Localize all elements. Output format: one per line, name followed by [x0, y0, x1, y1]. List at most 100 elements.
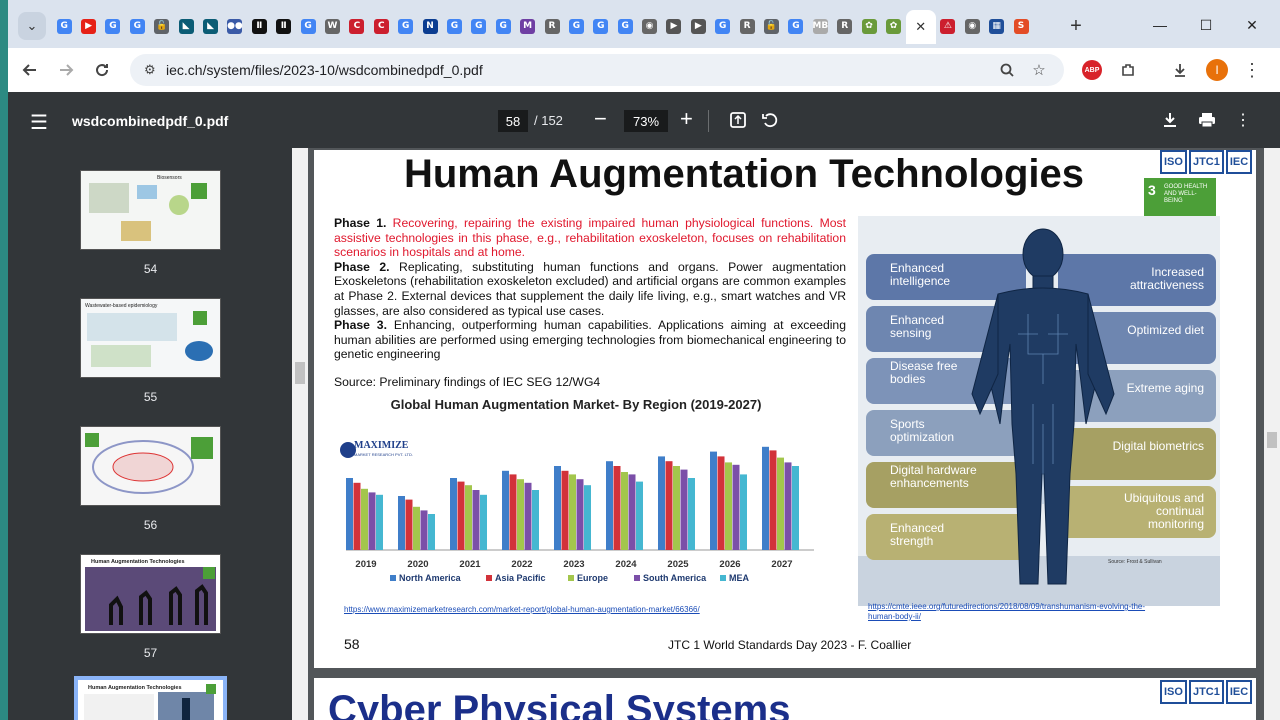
browser-tab[interactable]: 🔓	[759, 14, 783, 38]
zoom-level-input[interactable]: 73%	[624, 110, 668, 132]
browser-tab[interactable]: ⚠	[936, 14, 960, 38]
tab-favicon-icon: ◉	[964, 18, 980, 34]
back-button[interactable]	[16, 56, 44, 84]
browser-tab[interactable]: G	[393, 14, 417, 38]
pdf-content-area[interactable]: Human Augmentation Technologies ISO JTC1…	[292, 148, 1280, 720]
browser-tab[interactable]: C	[345, 14, 369, 38]
browser-tab[interactable]: G	[296, 14, 320, 38]
browser-tab[interactable]: G	[711, 14, 735, 38]
url-text[interactable]: iec.ch/system/files/2023-10/wsdcombinedp…	[166, 62, 483, 78]
browser-tab[interactable]: G	[589, 14, 613, 38]
browser-tab[interactable]: ◣	[198, 14, 222, 38]
print-icon[interactable]	[1195, 108, 1219, 132]
browser-tab[interactable]: C	[369, 14, 393, 38]
tab-search-button[interactable]: ⌄	[18, 12, 46, 40]
browser-tab[interactable]: S	[1009, 14, 1033, 38]
infographic-link[interactable]: https://cmte.ieee.org/futuredirections/2…	[868, 602, 1168, 622]
browser-tab[interactable]: Ⅱ	[247, 14, 271, 38]
active-tab[interactable]: ✕	[905, 10, 936, 44]
browser-tab[interactable]: ▶	[686, 14, 710, 38]
browser-tab[interactable]: R	[540, 14, 564, 38]
zoom-search-icon[interactable]	[996, 59, 1018, 81]
address-bar[interactable]: ⚙ iec.ch/system/files/2023-10/wsdcombine…	[130, 54, 1064, 86]
profile-avatar[interactable]: I	[1206, 59, 1228, 81]
browser-tab[interactable]: ▶	[662, 14, 686, 38]
browser-menu-icon[interactable]: ⋮	[1238, 56, 1266, 84]
content-scrollbar[interactable]	[1264, 148, 1280, 720]
browser-tab[interactable]: M	[515, 14, 539, 38]
browser-tab[interactable]: 🔓	[150, 14, 174, 38]
scrollbar-thumb[interactable]	[1267, 432, 1277, 448]
browser-tab[interactable]: G	[467, 14, 491, 38]
browser-tab[interactable]: G	[564, 14, 588, 38]
svg-text:Human Augmentation Technologie: Human Augmentation Technologies	[91, 559, 185, 565]
browser-tab[interactable]: ✿	[881, 14, 905, 38]
browser-tab[interactable]: G	[52, 14, 76, 38]
browser-tab[interactable]: ✿	[857, 14, 881, 38]
tab-favicon-icon: ✿	[885, 18, 901, 34]
tab-close-icon[interactable]: ✕	[915, 19, 926, 35]
thumbnail-page-55[interactable]: Wastewater-based epidemiology	[80, 298, 221, 378]
browser-tab[interactable]: R	[735, 14, 759, 38]
minimize-button[interactable]: —	[1138, 12, 1182, 38]
browser-tab[interactable]: G	[101, 14, 125, 38]
tab-favicon-icon: G	[788, 18, 804, 34]
browser-tab[interactable]: W	[320, 14, 344, 38]
source-text: Source: Preliminary findings of IEC SEG …	[334, 375, 601, 389]
browser-tab[interactable]: ◉	[960, 14, 984, 38]
downloads-icon[interactable]	[1166, 56, 1194, 84]
tab-favicon-icon: Ⅱ	[276, 18, 292, 34]
zoom-in-button[interactable]: +	[680, 106, 693, 132]
fit-page-icon[interactable]	[726, 108, 750, 132]
browser-tab[interactable]: G	[491, 14, 515, 38]
browser-tab[interactable]: G	[442, 14, 466, 38]
maximize-button[interactable]: ☐	[1184, 12, 1228, 38]
maximize-logo-text: MAXIMIZE	[354, 440, 409, 451]
browser-tab[interactable]: G	[613, 14, 637, 38]
pdf-download-icon[interactable]	[1158, 108, 1182, 132]
site-info-icon[interactable]: ⚙	[144, 62, 156, 78]
zoom-out-button[interactable]: −	[594, 106, 607, 132]
phase1-text: Recovering, repairing the existing impai…	[334, 216, 847, 260]
new-tab-button[interactable]: +	[1064, 14, 1088, 38]
browser-tab[interactable]: ◉	[637, 14, 661, 38]
chart-legend-swatch	[720, 575, 726, 581]
browser-tab[interactable]: G	[125, 14, 149, 38]
sidebar-scrollbar[interactable]	[292, 148, 308, 720]
page-number-input[interactable]: 58	[498, 110, 528, 132]
thumbnail-page-56[interactable]	[80, 426, 221, 506]
chart-legend-label: Europe	[577, 573, 608, 583]
chart-bar	[740, 474, 747, 550]
browser-tab[interactable]: ▦	[984, 14, 1008, 38]
adblock-extension-icon[interactable]: ABP	[1082, 60, 1102, 80]
chart-source-link[interactable]: https://www.maximizemarketresearch.com/m…	[344, 605, 700, 614]
chart-bar	[353, 482, 361, 550]
chart-legend-label: North America	[399, 573, 462, 583]
browser-tab[interactable]: ▶	[76, 14, 100, 38]
browser-tab[interactable]: ●●	[223, 14, 247, 38]
thumbnail-page-54[interactable]: Biosensors	[80, 170, 221, 250]
extensions-icon[interactable]	[1114, 56, 1142, 84]
forward-button[interactable]	[52, 56, 80, 84]
chart-legend-swatch	[486, 575, 492, 581]
browser-tab[interactable]: G	[784, 14, 808, 38]
browser-tab[interactable]: ◣	[174, 14, 198, 38]
browser-tab[interactable]: Ⅱ	[272, 14, 296, 38]
chart-x-tick-label: 2026	[719, 559, 740, 570]
close-window-button[interactable]: ✕	[1230, 12, 1274, 38]
rotate-icon[interactable]	[758, 108, 782, 132]
tab-favicon-icon: C	[349, 18, 365, 34]
scrollbar-thumb[interactable]	[295, 362, 305, 384]
pdf-more-icon[interactable]: ⋮	[1231, 108, 1255, 132]
browser-tab[interactable]: R	[833, 14, 857, 38]
browser-tab[interactable]: MB	[808, 14, 832, 38]
thumbnail-page-57[interactable]: Human Augmentation Technologies	[80, 554, 221, 634]
tab-favicon-icon: ◉	[642, 18, 658, 34]
reload-button[interactable]	[88, 56, 116, 84]
browser-tab[interactable]: N	[418, 14, 442, 38]
jtc1-logo-text: JTC1	[1188, 680, 1224, 704]
tab-favicon-icon: G	[715, 18, 731, 34]
bookmark-star-icon[interactable]: ☆	[1028, 59, 1050, 81]
thumbnail-page-58[interactable]: Human Augmentation Technologies	[74, 676, 227, 720]
sidebar-menu-icon[interactable]: ☰	[30, 110, 48, 135]
